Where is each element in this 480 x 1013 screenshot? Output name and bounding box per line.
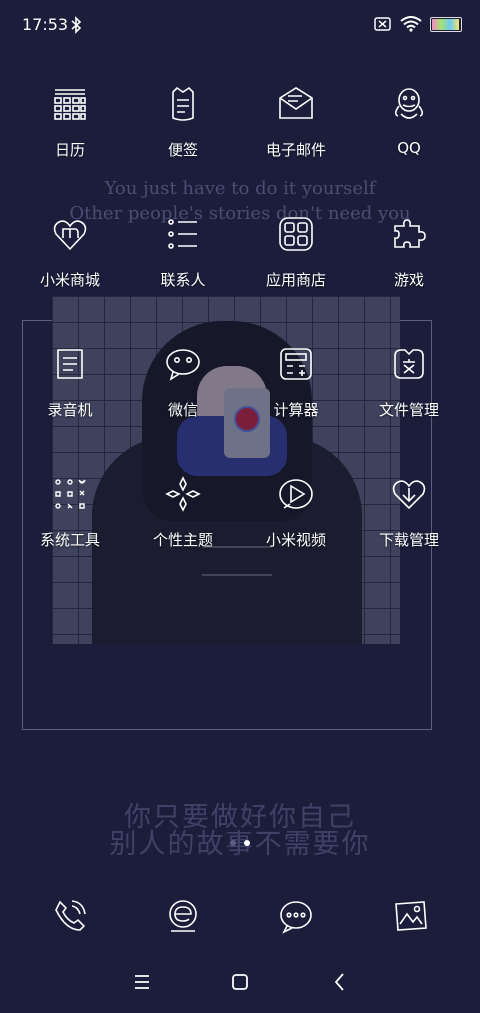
app-games[interactable]: 游戏 bbox=[354, 214, 464, 290]
games-icon bbox=[394, 219, 426, 248]
themes-icon bbox=[165, 476, 201, 512]
gallery-icon[interactable] bbox=[392, 898, 428, 934]
battery-level-fill bbox=[432, 18, 459, 30]
no-sim-icon bbox=[374, 17, 391, 31]
app-mi-video[interactable]: 小米视频 bbox=[241, 474, 351, 550]
app-email[interactable]: 电子邮件 bbox=[241, 84, 351, 160]
app-store-icon bbox=[279, 217, 313, 251]
menu-icon[interactable] bbox=[130, 970, 154, 994]
page-indicator bbox=[0, 840, 480, 846]
messages-icon[interactable] bbox=[278, 898, 314, 934]
app-contacts[interactable]: 联系人 bbox=[128, 214, 238, 290]
phone-icon[interactable] bbox=[52, 898, 88, 934]
app-label: 联系人 bbox=[160, 271, 206, 289]
home-icon[interactable] bbox=[228, 970, 252, 994]
bluetooth-icon bbox=[71, 16, 82, 34]
calculator-icon bbox=[280, 348, 312, 380]
app-label: QQ bbox=[397, 139, 421, 157]
page-dot-2[interactable] bbox=[244, 840, 250, 846]
back-icon[interactable] bbox=[328, 970, 352, 994]
app-label: 便签 bbox=[167, 141, 198, 159]
mi-store-icon bbox=[53, 220, 87, 251]
app-label: 录音机 bbox=[47, 401, 93, 419]
app-downloads[interactable]: 下载管理 bbox=[354, 474, 464, 550]
app-label: 游戏 bbox=[393, 271, 424, 289]
contacts-icon bbox=[168, 219, 197, 249]
app-label: 日历 bbox=[54, 141, 85, 159]
app-label: 系统工具 bbox=[39, 531, 100, 549]
app-label: 下载管理 bbox=[378, 531, 439, 549]
page-dot-1[interactable] bbox=[230, 840, 236, 846]
app-themes[interactable]: 个性主题 bbox=[128, 474, 238, 550]
app-label: 小米视频 bbox=[265, 531, 326, 549]
app-qq[interactable]: QQ bbox=[354, 84, 464, 157]
app-calculator[interactable]: 计算器 bbox=[241, 344, 351, 420]
app-label: 应用商店 bbox=[265, 271, 326, 289]
app-system-tools[interactable]: 系统工具 bbox=[15, 474, 125, 550]
app-label: 个性主题 bbox=[152, 531, 213, 549]
status-time: 17:53 bbox=[22, 15, 69, 34]
status-bar: 17:53 bbox=[0, 0, 480, 52]
app-label: 文件管理 bbox=[378, 401, 439, 419]
file-manager-icon bbox=[394, 349, 424, 379]
status-icons bbox=[374, 16, 462, 32]
app-label: 小米商城 bbox=[39, 271, 100, 289]
wechat-icon bbox=[166, 349, 200, 381]
app-label: 微信 bbox=[167, 401, 198, 419]
downloads-icon bbox=[392, 480, 426, 510]
mi-video-icon bbox=[279, 479, 313, 509]
app-recorder[interactable]: 录音机 bbox=[15, 344, 125, 420]
qq-icon bbox=[394, 88, 424, 119]
wallpaper-quote-en-1: You just have to do it yourself bbox=[104, 178, 376, 199]
app-mi-store[interactable]: 小米商城 bbox=[15, 214, 125, 290]
wifi-icon bbox=[400, 16, 422, 32]
browser-icon[interactable] bbox=[165, 898, 201, 934]
app-app-store[interactable]: 应用商店 bbox=[241, 214, 351, 290]
system-tools-icon bbox=[55, 479, 86, 509]
recorder-icon bbox=[57, 349, 83, 379]
battery-icon bbox=[430, 16, 462, 32]
app-calendar[interactable]: 日历 bbox=[15, 84, 125, 160]
notes-icon bbox=[172, 86, 194, 121]
app-label: 计算器 bbox=[273, 401, 319, 419]
calendar-icon bbox=[54, 89, 86, 120]
app-notes[interactable]: 便签 bbox=[128, 84, 238, 160]
app-file-manager[interactable]: 文件管理 bbox=[354, 344, 464, 420]
app-label: 电子邮件 bbox=[265, 141, 326, 159]
email-icon bbox=[279, 87, 313, 119]
app-wechat[interactable]: 微信 bbox=[128, 344, 238, 420]
